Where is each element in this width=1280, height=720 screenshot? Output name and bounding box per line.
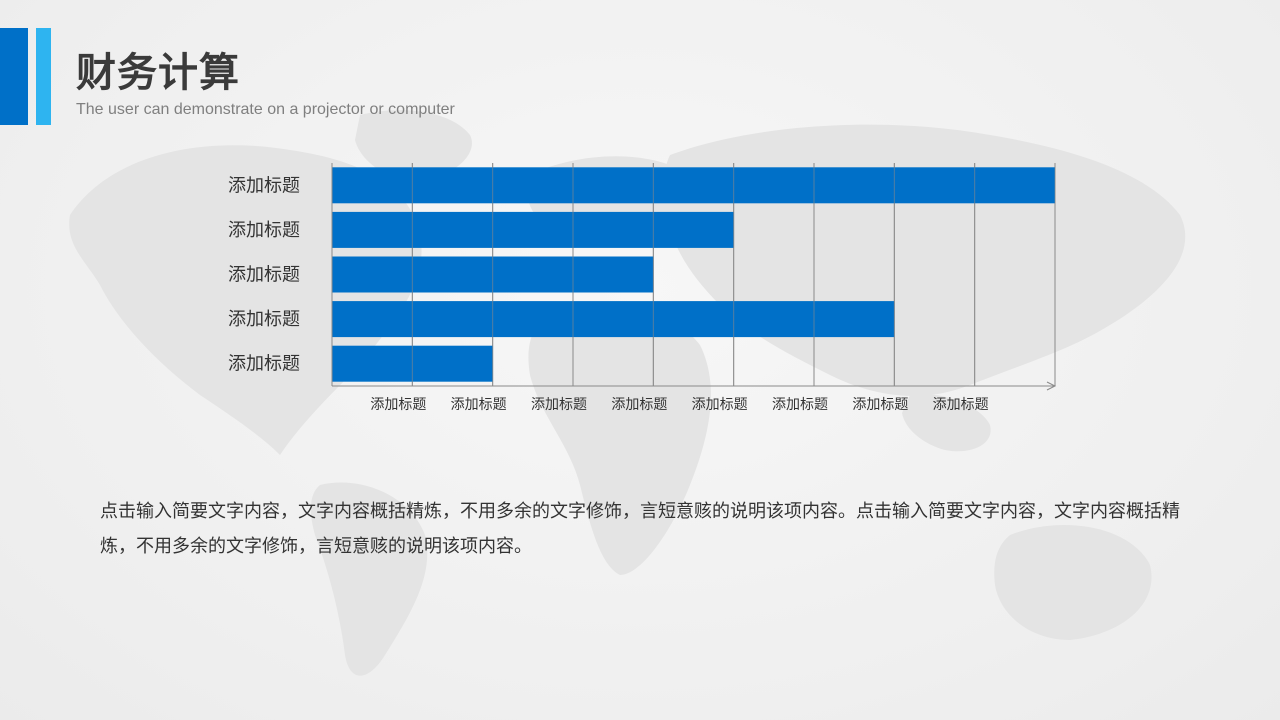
category-label: 添加标题	[228, 265, 300, 286]
chart-bars	[332, 163, 1056, 386]
x-tick-label: 添加标题	[611, 397, 667, 413]
x-tick-label: 添加标题	[933, 397, 989, 413]
x-tick-label: 添加标题	[531, 397, 587, 413]
bar-chart: 添加标题添加标题添加标题添加标题添加标题 添加标题 添加标题 添加标题 添加标题 添加标…	[228, 163, 1057, 413]
category-label: 添加标题	[228, 354, 300, 375]
category-label: 添加标题	[228, 309, 300, 330]
x-tick-label: 添加标题	[692, 397, 748, 413]
bar	[332, 167, 1055, 204]
body-paragraph: 点击输入简要文字内容，文字内容概括精炼，不用多余的文字修饰，言短意赅的说明该项内…	[100, 501, 1180, 557]
category-label: 添加标题	[228, 220, 300, 241]
bar	[332, 211, 734, 248]
x-tick-label: 添加标题	[772, 397, 828, 413]
chart-category-labels: 添加标题添加标题添加标题添加标题添加标题	[228, 175, 300, 374]
x-tick-label: 添加标题	[451, 397, 507, 413]
category-label: 添加标题	[228, 175, 300, 196]
x-tick-label: 添加标题	[852, 397, 908, 413]
x-tick-label: 添加标题	[370, 397, 426, 413]
chart-x-tick-labels: 添加标题 添加标题 添加标题 添加标题 添加标题 添加标题 添加标题 添加标题	[370, 397, 988, 413]
bar	[332, 301, 895, 338]
